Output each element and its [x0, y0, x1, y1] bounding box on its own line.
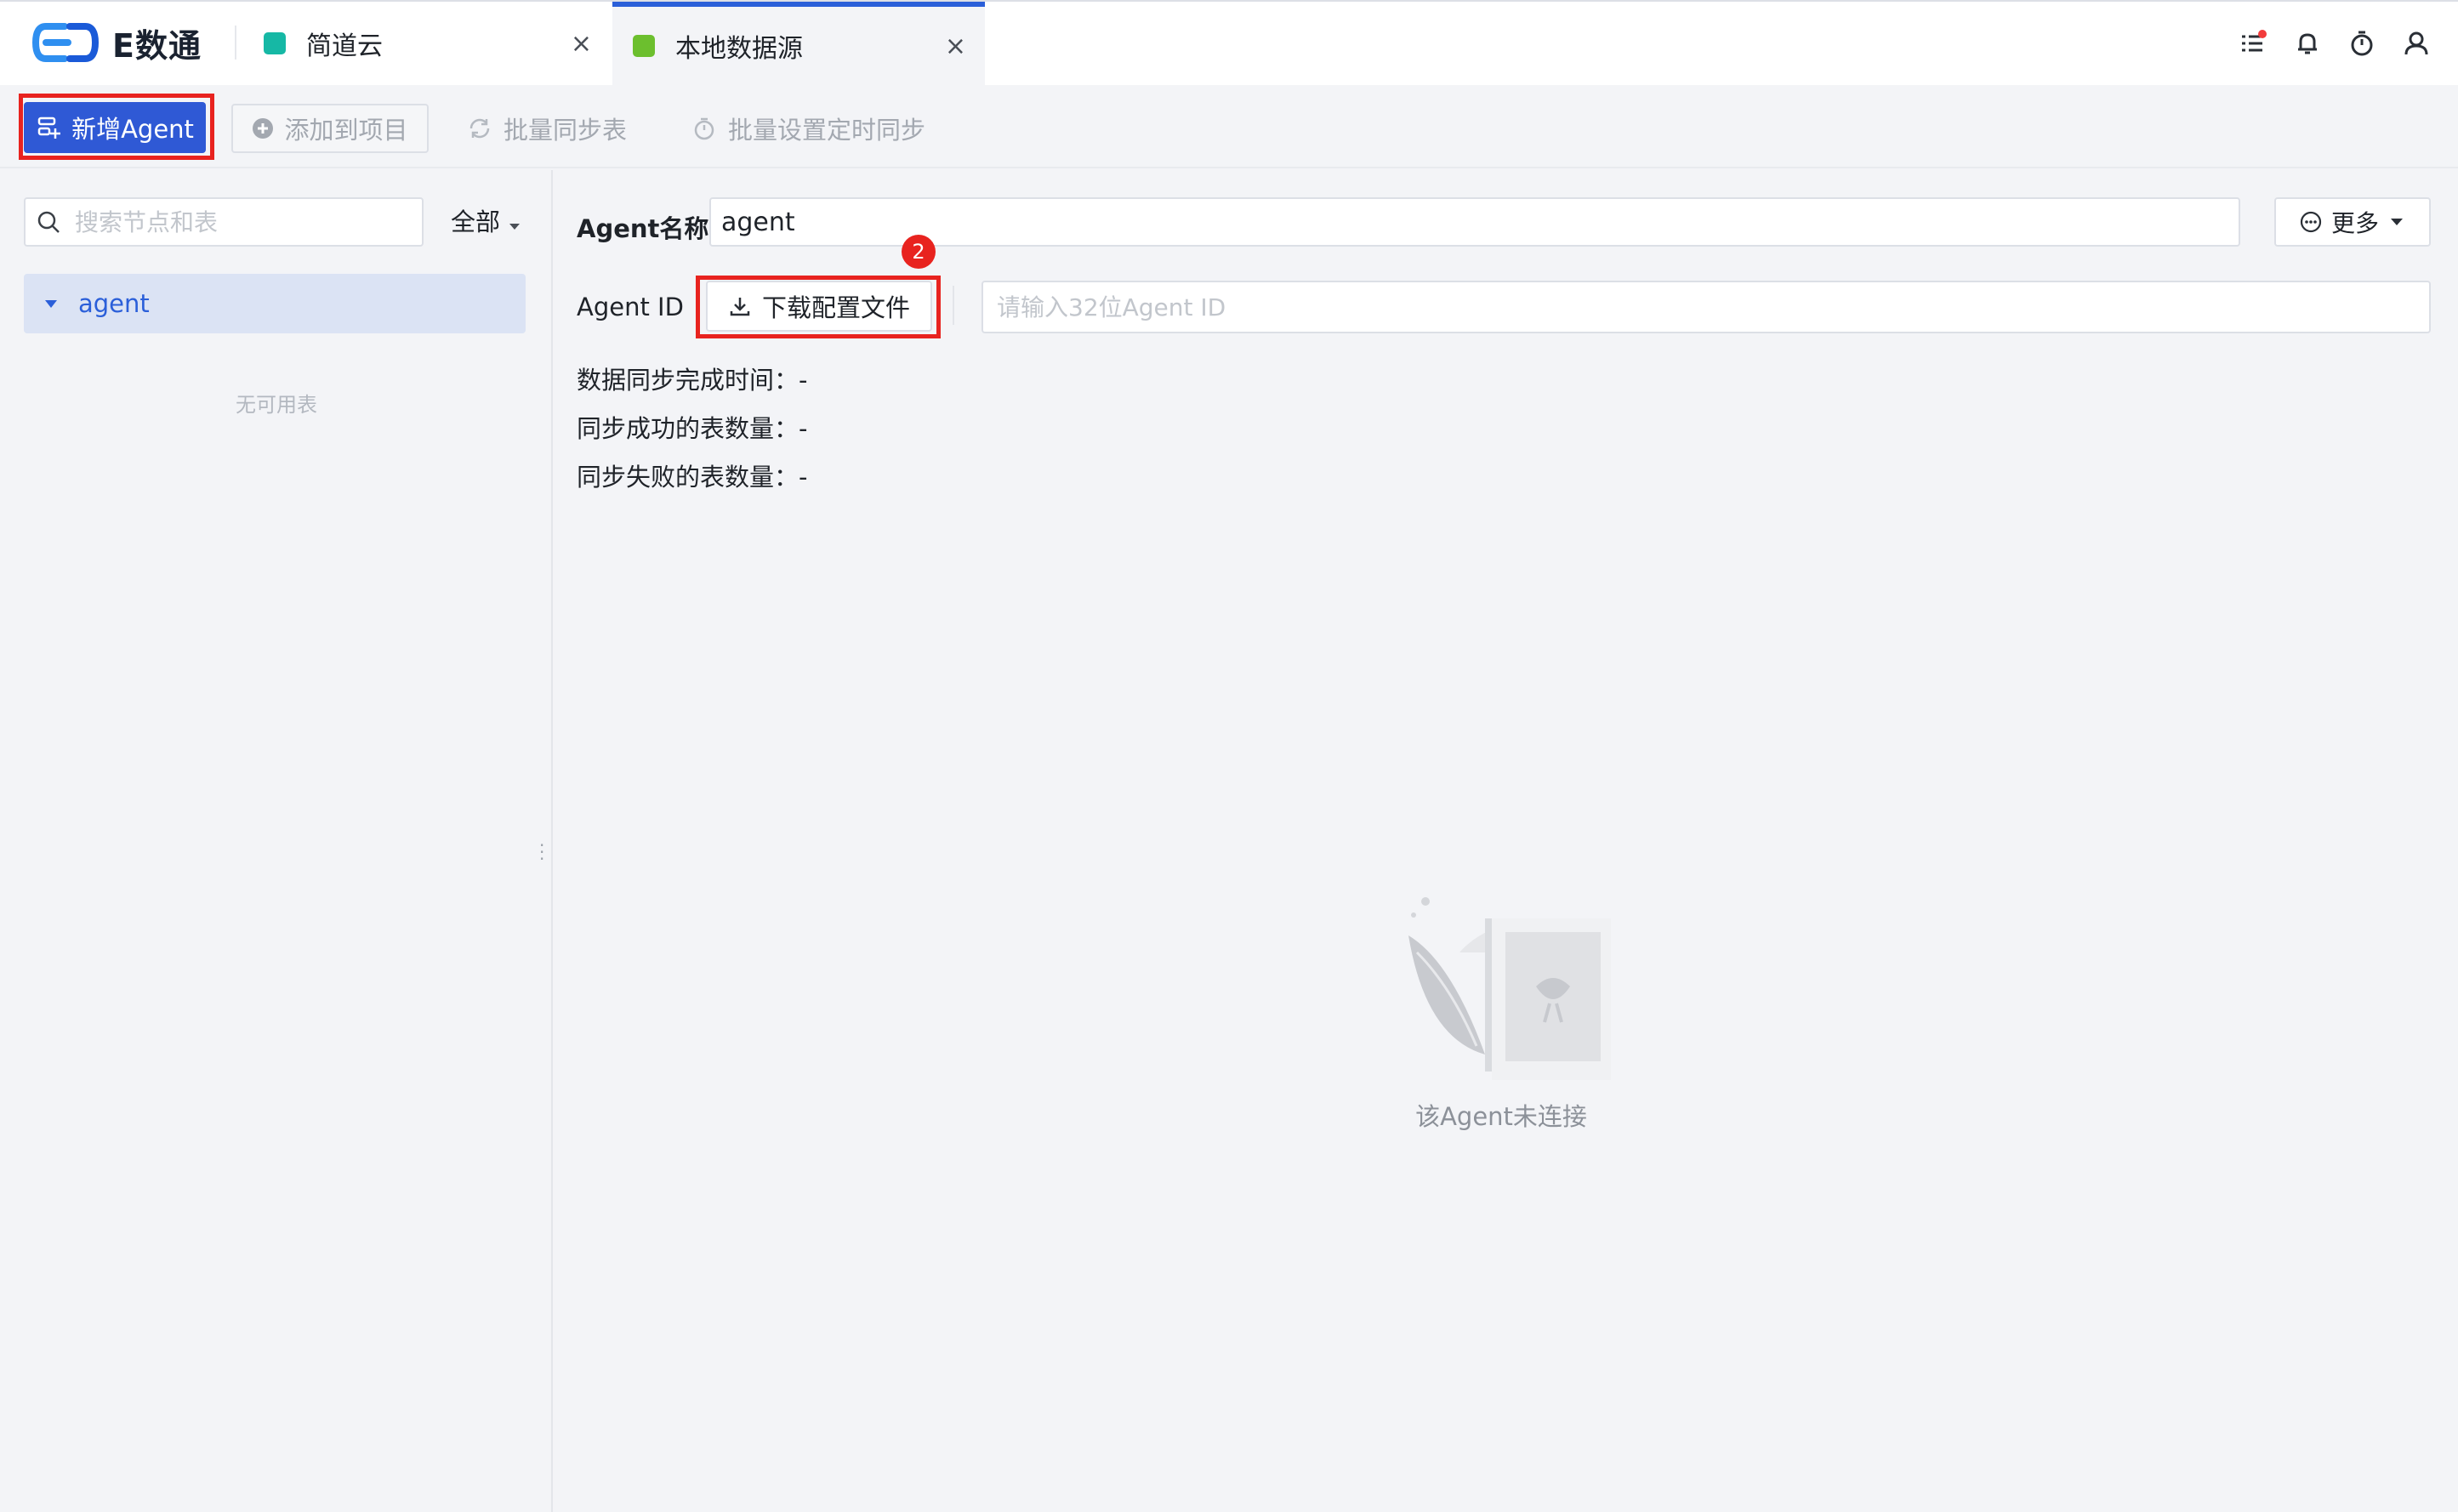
tab-label: 简道云 [306, 31, 383, 61]
tree-node-agent[interactable]: agent [24, 274, 526, 333]
cloud-icon [264, 32, 286, 54]
batch-timed-sync-button[interactable]: 批量设置定时同步 [692, 104, 925, 153]
tab-local-datasource[interactable]: 本地数据源 × [612, 2, 985, 85]
more-icon [2300, 211, 2322, 233]
agent-name-input[interactable] [709, 197, 2240, 247]
caret-down-icon[interactable] [43, 295, 60, 312]
batch-timed-sync-label: 批量设置定时同步 [728, 116, 926, 145]
close-icon[interactable]: × [945, 31, 966, 61]
logo-divider [235, 26, 236, 60]
agent-id-label: Agent ID [577, 293, 684, 321]
filter-dropdown[interactable]: 全部 [451, 202, 522, 238]
datasource-icon [633, 35, 655, 57]
step-badge-2: 2 [902, 235, 936, 269]
highlight-box-download [696, 276, 941, 338]
agent-id-input[interactable] [981, 281, 2431, 333]
sync-icon [469, 118, 490, 139]
search-input[interactable] [73, 207, 417, 237]
logo-icon [31, 23, 100, 62]
more-dropdown-button[interactable]: 更多 [2274, 197, 2431, 247]
tab-jiandaoyun[interactable]: 简道云 × [243, 2, 611, 85]
bell-icon[interactable] [2293, 29, 2322, 58]
more-label: 更多 [2330, 209, 2379, 237]
caret-down-icon [509, 224, 521, 230]
close-icon[interactable]: × [571, 29, 592, 59]
filter-label: 全部 [451, 207, 501, 236]
user-icon[interactable] [2402, 29, 2431, 58]
timer-icon[interactable] [2347, 29, 2376, 58]
agent-name-label: Agent名称 [577, 214, 709, 243]
top-right-icons [2239, 26, 2431, 61]
add-to-project-button[interactable]: 添加到项目 [231, 104, 429, 153]
tab-label: 本地数据源 [675, 34, 803, 64]
tree-node-label: agent [78, 289, 150, 318]
search-box[interactable] [24, 197, 424, 247]
batch-sync-button[interactable]: 批量同步表 [468, 104, 627, 153]
stat-sync-fail-count: 同步失败的表数量：- [577, 463, 808, 492]
panel-resize-handle[interactable]: · · · [539, 837, 544, 867]
stat-sync-success-count: 同步成功的表数量：- [577, 414, 808, 443]
batch-sync-label: 批量同步表 [504, 116, 628, 145]
add-to-project-label: 添加到项目 [284, 116, 408, 145]
empty-state-text: 该Agent未连接 [1415, 1102, 1587, 1131]
no-tables-text: 无可用表 [236, 393, 317, 417]
search-icon [37, 211, 60, 233]
plus-circle-icon [253, 118, 274, 139]
highlight-box-new-agent [19, 94, 214, 160]
divider [953, 286, 954, 325]
task-list-icon[interactable] [2239, 29, 2267, 58]
disconnected-illustration [1408, 897, 1611, 1080]
stat-sync-complete-time: 数据同步完成时间：- [577, 366, 808, 395]
left-panel [0, 170, 553, 1512]
app-logo[interactable]: E数通 [31, 19, 202, 66]
timer-icon [694, 117, 714, 140]
app-logo-text: E数通 [112, 26, 202, 65]
caret-down-icon [2391, 219, 2403, 225]
